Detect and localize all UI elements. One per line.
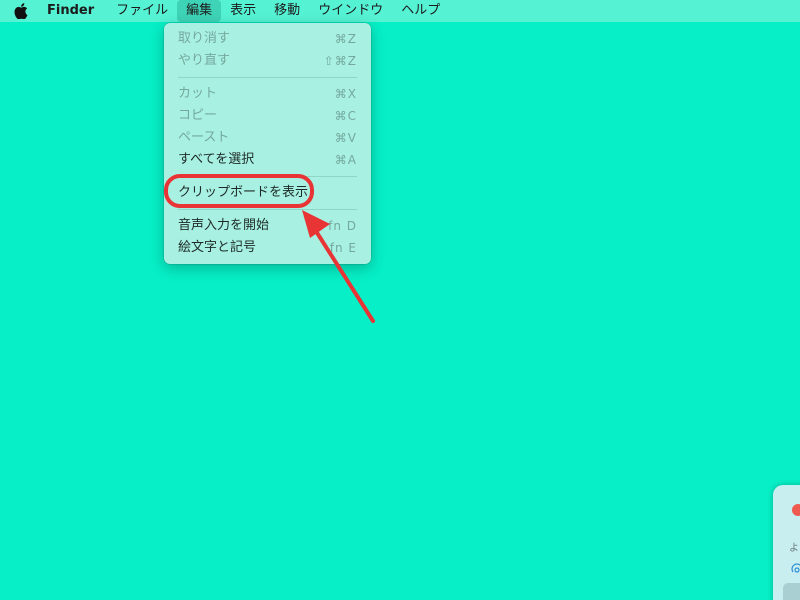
menu-item-select-all[interactable]: すべてを選択 ⌘A [164, 149, 371, 171]
sidebar-section-label: よ [789, 543, 799, 554]
menu-item-paste[interactable]: ペースト ⌘V [164, 127, 371, 149]
sidebar-selected-item[interactable] [783, 583, 800, 600]
menu-item-label: 音声入力を開始 [178, 218, 270, 233]
menu-item-shortcut: ⌘V [334, 131, 357, 145]
menu-help[interactable]: ヘルプ [392, 0, 449, 22]
menu-item-copy[interactable]: コピー ⌘C [164, 105, 371, 127]
menu-separator [178, 77, 357, 78]
menu-item-label: やり直す [178, 53, 231, 68]
menu-file[interactable]: ファイル [107, 0, 177, 22]
menu-item-label: コピー [178, 108, 218, 123]
menu-go[interactable]: 移動 [265, 0, 309, 22]
menu-item-redo[interactable]: やり直す ⇧⌘Z [164, 50, 371, 72]
menu-item-shortcut: ⌘Z [334, 32, 357, 46]
menu-item-label: 取り消す [178, 31, 231, 46]
apple-menu-icon[interactable] [12, 3, 30, 19]
menu-item-shortcut: ⌘A [334, 153, 357, 167]
menu-edit[interactable]: 編集 [177, 0, 222, 22]
arrow-annotation-icon [302, 210, 375, 323]
desktop: Finder ファイル 編集 表示 移動 ウインドウ ヘルプ 取り消す ⌘Z や… [0, 0, 800, 600]
menu-item-label: カット [178, 86, 218, 101]
window-close-icon[interactable] [792, 504, 800, 516]
menu-view[interactable]: 表示 [221, 0, 265, 22]
menu-item-undo[interactable]: 取り消す ⌘Z [164, 28, 371, 50]
apple-logo-icon [14, 3, 28, 19]
airdrop-icon [791, 563, 800, 573]
menu-item-cut[interactable]: カット ⌘X [164, 83, 371, 105]
finder-window-partial[interactable]: よ [773, 485, 800, 600]
menu-item-shortcut: ⇧⌘Z [323, 54, 357, 68]
menu-item-label: 絵文字と記号 [178, 240, 257, 255]
menu-finder[interactable]: Finder [44, 0, 103, 22]
menu-item-label: すべてを選択 [178, 152, 255, 167]
menu-item-label: ペースト [178, 130, 230, 145]
menu-window[interactable]: ウインドウ [309, 0, 392, 22]
menu-item-shortcut: ⌘X [334, 87, 357, 101]
menu-item-shortcut: ⌘C [334, 109, 357, 123]
menu-bar: Finder ファイル 編集 表示 移動 ウインドウ ヘルプ [0, 0, 800, 22]
